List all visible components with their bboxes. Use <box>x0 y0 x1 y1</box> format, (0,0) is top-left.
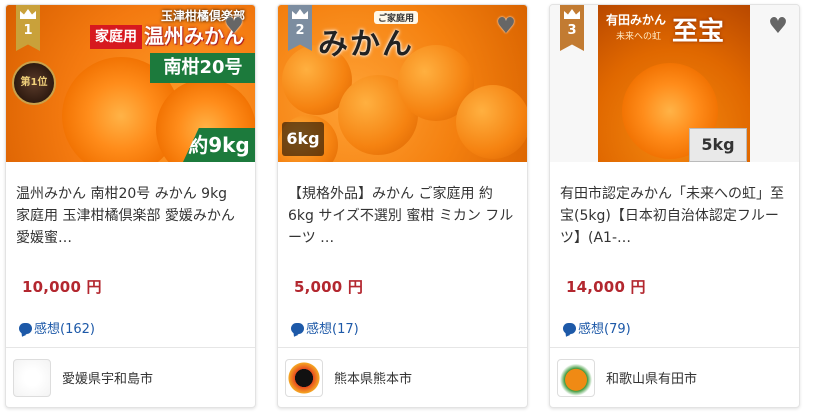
favorite-button[interactable]: ♥ <box>493 15 519 39</box>
award-badge: 第1位 <box>12 61 56 105</box>
municipality-logo <box>13 358 51 397</box>
price-value: 14,000 円 <box>566 278 646 296</box>
image-title: みかん <box>318 27 414 62</box>
product-name[interactable]: 【規格外品】みかん ご家庭用 約6kg サイズ不選別 蜜柑 ミカン フルーツ … <box>288 183 517 251</box>
municipality-name: 熊本県熊本市 <box>334 372 413 387</box>
heart-icon: ♥ <box>768 14 788 39</box>
product-image[interactable]: 有田みかん 未来への虹 至宝 5kg 3 ♥ <box>550 5 799 162</box>
municipality-footer[interactable]: 愛媛県宇和島市 <box>6 347 255 407</box>
favorite-button[interactable]: ♥ <box>765 15 791 39</box>
crown-icon <box>20 9 36 19</box>
municipality-logo <box>285 358 323 397</box>
favorite-button[interactable]: ♥ <box>221 15 247 39</box>
product-card[interactable]: 有田みかん 未来への虹 至宝 5kg 3 ♥ 有田市認定みかん「未来への虹」至宝… <box>549 4 800 408</box>
review-link[interactable]: 感想(17) <box>288 318 517 337</box>
chat-bubble-icon <box>291 323 304 334</box>
weight-tag: 6kg <box>282 122 324 156</box>
product-price: 5,000 円 <box>288 276 517 297</box>
review-count: 感想(17) <box>306 322 359 337</box>
rank-number: 1 <box>23 23 33 38</box>
review-link[interactable]: 感想(79) <box>560 318 789 337</box>
image-label-red: 家庭用 <box>90 25 142 49</box>
product-card[interactable]: ご家庭用 みかん 6kg 2 ♥ 【規格外品】みかん ご家庭用 約6kg サイズ… <box>277 4 528 408</box>
heart-icon: ♥ <box>224 14 244 39</box>
rank-number: 2 <box>295 23 305 38</box>
image-title: 至宝 <box>672 17 725 47</box>
image-brand-text: 有田みかん <box>606 13 667 27</box>
image-tagline: 未来への虹 <box>616 32 662 42</box>
chat-bubble-icon <box>563 323 576 334</box>
price-value: 10,000 円 <box>22 278 102 296</box>
product-card[interactable]: 玉津柑橘倶楽部 家庭用 温州みかん 南柑20号 第1位 約9kg 1 ♥ 温州み… <box>5 4 256 408</box>
product-image[interactable]: ご家庭用 みかん 6kg 2 ♥ <box>278 5 527 162</box>
product-price: 14,000 円 <box>560 276 789 297</box>
product-name[interactable]: 温州みかん 南柑20号 みかん 9kg 家庭用 玉津柑橘倶楽部 愛媛みかん 愛媛… <box>16 183 245 251</box>
ranking-grid: 玉津柑橘倶楽部 家庭用 温州みかん 南柑20号 第1位 約9kg 1 ♥ 温州み… <box>0 0 813 417</box>
rank-ribbon: 2 <box>288 5 312 51</box>
price-value: 5,000 円 <box>294 278 364 296</box>
crown-icon <box>564 9 580 19</box>
orange-image <box>456 85 527 159</box>
product-name[interactable]: 有田市認定みかん「未来への虹」至宝(5kg)【日本初自治体認定フルーツ】(A1-… <box>560 183 789 251</box>
crown-icon <box>292 9 308 19</box>
product-image[interactable]: 玉津柑橘倶楽部 家庭用 温州みかん 南柑20号 第1位 約9kg 1 ♥ <box>6 5 255 162</box>
review-count: 感想(162) <box>34 322 95 337</box>
review-link[interactable]: 感想(162) <box>16 318 245 337</box>
municipality-footer[interactable]: 和歌山県有田市 <box>550 347 799 407</box>
weight-box: 5kg <box>689 128 747 162</box>
review-count: 感想(79) <box>578 322 631 337</box>
rank-number: 3 <box>567 23 577 38</box>
heart-icon: ♥ <box>496 14 516 39</box>
chat-bubble-icon <box>19 323 32 334</box>
image-label-green: 南柑20号 <box>150 53 255 83</box>
rank-ribbon: 1 <box>16 5 40 51</box>
rank-ribbon: 3 <box>560 5 584 51</box>
municipality-name: 愛媛県宇和島市 <box>62 372 154 387</box>
municipality-name: 和歌山県有田市 <box>606 372 698 387</box>
municipality-logo <box>557 358 595 397</box>
product-price: 10,000 円 <box>16 276 245 297</box>
municipality-footer[interactable]: 熊本県熊本市 <box>278 347 527 407</box>
